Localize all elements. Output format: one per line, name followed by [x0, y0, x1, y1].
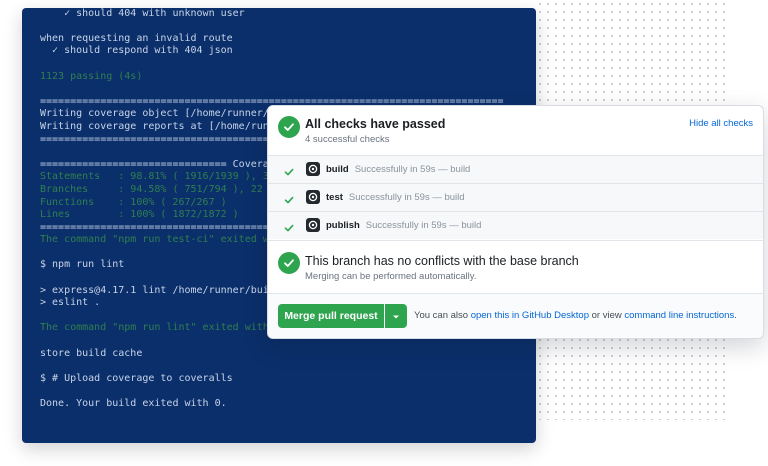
github-app-icon: [306, 190, 320, 204]
check-name: build Successfully in 59s — build: [326, 164, 471, 175]
terminal-line: ✓ should 404 with unknown user: [40, 8, 245, 19]
check-status: Successfully in 59s — build: [354, 164, 471, 175]
check-name: test Successfully in 59s — build: [326, 192, 465, 203]
checks-list: build Successfully in 59s — build test Suc…: [268, 155, 763, 239]
checks-summary-title: All checks have passed: [305, 117, 446, 131]
merge-pull-request-button[interactable]: Merge pull request: [278, 304, 384, 328]
check-row-test[interactable]: test Successfully in 59s — build: [268, 183, 763, 211]
success-check-circle-icon: [278, 116, 300, 138]
check-icon: [284, 192, 294, 210]
terminal-line: 1123 passing (4s): [40, 70, 143, 82]
merge-help-text: You can also open this in GitHub Desktop…: [414, 310, 737, 321]
no-conflicts-subtitle: Merging can be performed automatically.: [305, 271, 477, 282]
terminal-line: Done. Your build exited with 0.: [40, 398, 227, 409]
terminal-line: when requesting an invalid route: [40, 32, 233, 44]
no-conflicts-title: This branch has no conflicts with the ba…: [305, 254, 579, 268]
merge-options-dropdown[interactable]: [385, 304, 407, 328]
hide-all-checks-link[interactable]: Hide all checks: [689, 118, 753, 129]
terminal-line: $ # Upload coverage to coveralls: [40, 372, 233, 384]
check-icon: [284, 220, 294, 238]
check-status: Successfully in 59s — build: [348, 192, 465, 203]
checks-summary-subtitle: 4 successful checks: [305, 134, 390, 145]
terminal-line: ✓ should respond with 404 json: [40, 45, 233, 57]
open-in-github-desktop-link[interactable]: open this in GitHub Desktop: [471, 310, 589, 321]
check-icon: [284, 164, 294, 182]
check-status: Successfully in 59s — build: [365, 220, 482, 231]
caret-down-icon: [392, 307, 400, 325]
no-conflicts-section: This branch has no conflicts with the ba…: [268, 240, 763, 293]
command-line-instructions-link[interactable]: command line instructions: [624, 310, 734, 321]
github-app-icon: [306, 162, 320, 176]
success-check-circle-icon: [278, 252, 300, 274]
github-app-icon: [306, 218, 320, 232]
check-name: publish Successfully in 59s — build: [326, 220, 482, 231]
check-row-publish[interactable]: publish Successfully in 59s — build: [268, 211, 763, 239]
checks-panel: All checks have passed 4 successful chec…: [267, 105, 764, 339]
terminal-line: store build cache: [40, 347, 143, 359]
merge-section: Merge pull request You can also open thi…: [268, 293, 763, 338]
check-row-build[interactable]: build Successfully in 59s — build: [268, 155, 763, 183]
